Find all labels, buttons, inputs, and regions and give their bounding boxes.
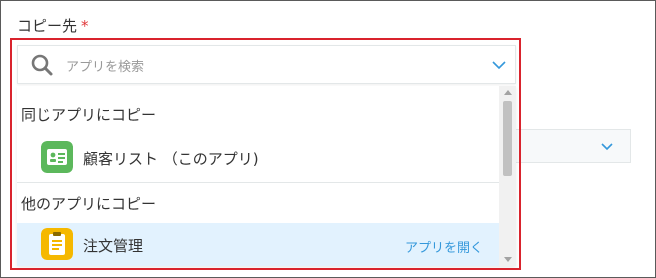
field-label-text: コピー先 [17, 17, 78, 35]
highlight-annotation-box [10, 38, 521, 270]
chevron-down-icon [601, 143, 613, 151]
required-mark: * [81, 17, 89, 35]
copy-destination-label: コピー先 * [17, 15, 89, 36]
